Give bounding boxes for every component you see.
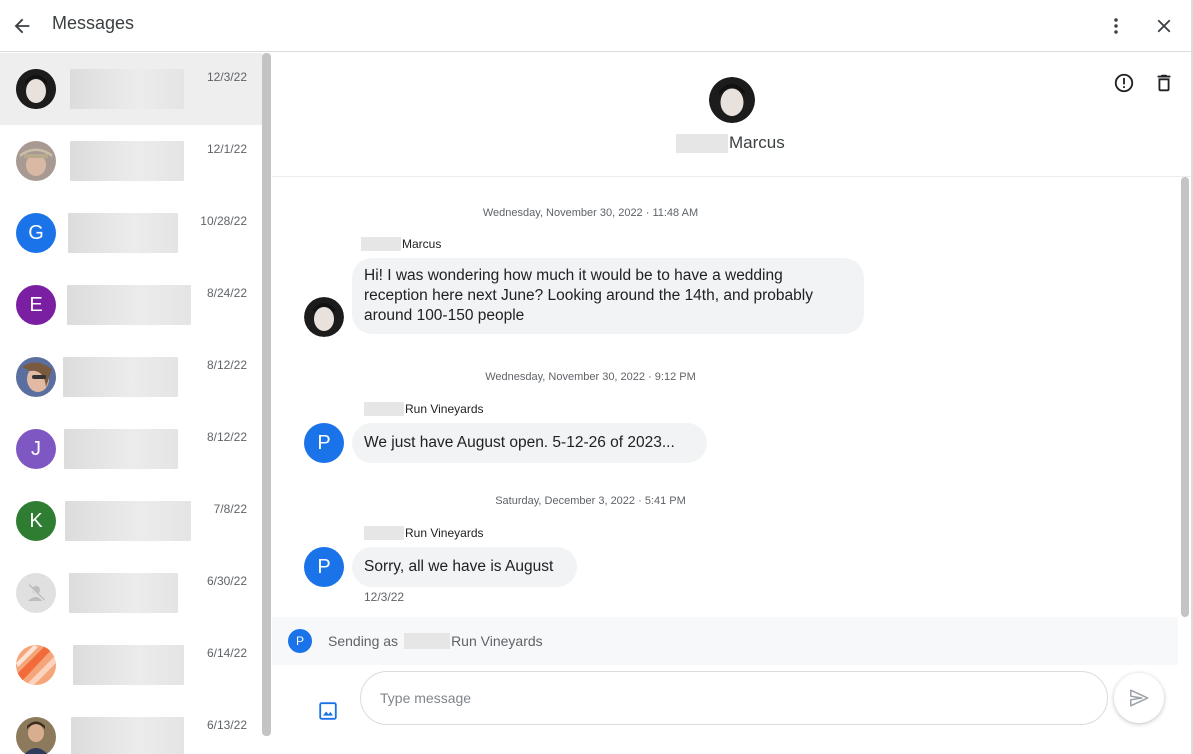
- redacted-name: [69, 573, 178, 613]
- redacted-name: [70, 141, 184, 181]
- delete-button[interactable]: [1152, 71, 1176, 95]
- redacted-name: [68, 213, 178, 253]
- contact-avatar: [709, 77, 755, 123]
- avatar: [16, 141, 56, 181]
- message-date: 12/3/22: [364, 590, 405, 604]
- sending-as-avatar: P: [288, 629, 312, 653]
- send-icon: [1130, 689, 1149, 707]
- message-line: Hi! I was wondering how much it would be…: [364, 267, 783, 284]
- conversation-item[interactable]: 12/3/22: [0, 53, 262, 125]
- avatar: K: [16, 501, 56, 541]
- sender-avatar: P: [304, 423, 344, 463]
- messages-area: Wednesday, November 30, 2022 · 11:48 AM …: [272, 177, 1178, 617]
- message-bubble: Hi! I was wondering how much it would be…: [352, 258, 864, 334]
- conversation-list: 12/3/22 12/1/22 G 10/28/22 E 8/24/22 8/1…: [0, 53, 262, 754]
- conversation-list-scrollbar[interactable]: [262, 53, 271, 736]
- message-input[interactable]: [360, 671, 1108, 725]
- message-timestamp: Wednesday, November 30, 2022 · 11:48 AM: [482, 207, 699, 219]
- more-vert-icon: [1114, 18, 1118, 34]
- conversation-date: 6/30/22: [206, 574, 247, 588]
- conversation-date: 6/13/22: [206, 718, 247, 732]
- thread-header: Marcus: [272, 53, 1191, 177]
- conversation-date: 12/1/22: [206, 142, 247, 156]
- sending-as-prefix: Sending as: [328, 633, 399, 649]
- sender-avatar: [304, 297, 344, 337]
- message-bubble: Sorry, all we have is August: [352, 547, 577, 587]
- report-button[interactable]: [1112, 71, 1136, 95]
- avatar: [16, 357, 56, 397]
- image-icon: [319, 702, 337, 720]
- contact-name: Marcus: [676, 133, 785, 153]
- sending-as-text: Sending as Run Vineyards: [328, 633, 543, 649]
- conversation-item[interactable]: 6/30/22: [0, 557, 262, 629]
- attach-image-button[interactable]: [316, 699, 340, 723]
- close-icon: [1157, 19, 1171, 33]
- avatar: E: [16, 285, 56, 325]
- message-timestamp: Saturday, December 3, 2022 · 5:41 PM: [495, 495, 686, 507]
- avatar: [16, 717, 56, 754]
- sending-as-name: Run Vineyards: [451, 633, 543, 649]
- back-button[interactable]: [8, 12, 36, 40]
- conversation-date: 8/12/22: [206, 358, 247, 372]
- conversation-item[interactable]: 6/13/22: [0, 701, 262, 754]
- arrow-back-icon: [14, 18, 30, 34]
- conversation-item[interactable]: 12/1/22: [0, 125, 262, 197]
- no-photo-icon: [27, 584, 45, 602]
- sender-name: Marcus: [402, 237, 442, 251]
- conversation-date: 12/3/22: [206, 70, 247, 84]
- redacted-text: [676, 133, 728, 153]
- conversation-item[interactable]: E 8/24/22: [0, 269, 262, 341]
- redacted-text: [404, 633, 451, 649]
- message-sender: Run Vineyards: [364, 526, 484, 540]
- redacted-name: [71, 717, 184, 754]
- redacted-name: [67, 285, 191, 325]
- app-header: Messages: [0, 0, 1193, 52]
- conversation-date: 8/12/22: [206, 430, 247, 444]
- message-line: around 100-150 people: [364, 307, 525, 324]
- sending-as-bar: P Sending as Run Vineyards: [272, 617, 1178, 665]
- sender-avatar: P: [304, 547, 344, 587]
- message-line: reception here next June? Looking around…: [364, 287, 813, 304]
- redacted-text: [361, 237, 401, 251]
- avatar: [16, 645, 56, 685]
- composer: [272, 665, 1191, 754]
- redacted-name: [70, 69, 184, 109]
- more-options-button[interactable]: [1102, 12, 1130, 40]
- redacted-name: [73, 645, 184, 685]
- redacted-name: [64, 429, 178, 469]
- message-thread: Marcus Wednesday, November 30, 2022 · 11…: [272, 53, 1191, 754]
- message-bubble: We just have August open. 5-12-26 of 202…: [352, 423, 707, 463]
- avatar: [16, 573, 56, 613]
- contact-name-text: Marcus: [729, 133, 785, 152]
- avatar: J: [16, 429, 56, 469]
- trash-icon: [1157, 74, 1171, 92]
- report-icon: [1114, 73, 1134, 93]
- conversation-date: 6/14/22: [206, 646, 247, 660]
- message-timestamp: Wednesday, November 30, 2022 · 9:12 PM: [485, 371, 696, 383]
- redacted-text: [364, 526, 404, 540]
- conversation-item[interactable]: 6/14/22: [0, 629, 262, 701]
- close-button[interactable]: [1150, 12, 1178, 40]
- redacted-text: [364, 402, 404, 416]
- redacted-name: [65, 501, 191, 541]
- sender-name: Run Vineyards: [405, 526, 484, 540]
- avatar: [16, 69, 56, 109]
- send-button[interactable]: [1114, 673, 1164, 723]
- message-sender: Run Vineyards: [364, 402, 484, 416]
- page-title: Messages: [52, 13, 135, 33]
- conversation-item[interactable]: J 8/12/22: [0, 413, 262, 485]
- thread-scrollbar[interactable]: [1181, 177, 1189, 617]
- conversation-date: 8/24/22: [206, 286, 247, 300]
- message-line: We just have August open. 5-12-26 of 202…: [364, 434, 675, 451]
- avatar: G: [16, 213, 56, 253]
- message-line: Sorry, all we have is August: [364, 558, 554, 575]
- sender-name: Run Vineyards: [405, 402, 484, 416]
- message-sender: Marcus: [361, 237, 441, 251]
